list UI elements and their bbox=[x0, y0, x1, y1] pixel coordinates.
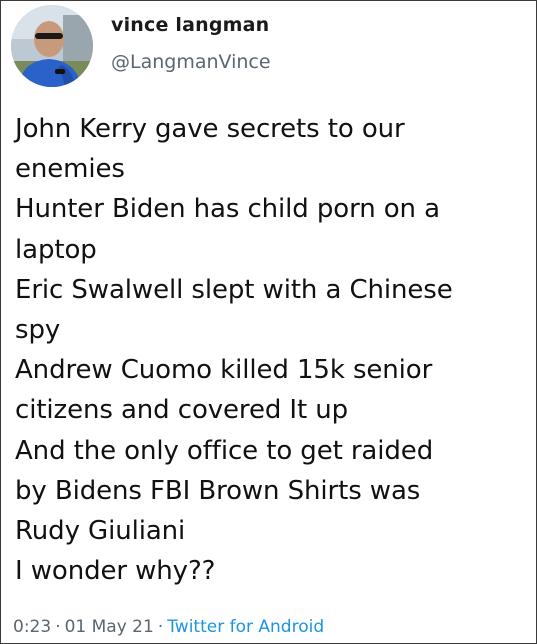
tweet-line: by Bidens FBI Brown Shirts was bbox=[15, 475, 421, 506]
tweet-date[interactable]: 01 May 21 bbox=[65, 617, 154, 637]
tweet-line: I wonder why?? bbox=[15, 556, 216, 587]
separator-dot: · bbox=[55, 617, 61, 637]
tweet-source-link[interactable]: Twitter for Android bbox=[167, 617, 324, 637]
tweet-line: Andrew Cuomo killed 15k senior bbox=[15, 355, 433, 386]
tweet-time[interactable]: 0:23 bbox=[13, 617, 51, 637]
display-name[interactable]: vince langman bbox=[111, 14, 269, 36]
tweet-line: And the only office to get raided bbox=[15, 435, 434, 466]
avatar[interactable] bbox=[11, 5, 93, 87]
tweet-line: laptop bbox=[15, 234, 97, 265]
tweet-text: John Kerry gave secrets to our enemies H… bbox=[15, 109, 530, 591]
tweet-card: vince langman @LangmanVince John Kerry g… bbox=[0, 0, 537, 644]
tweet-line: John Kerry gave secrets to our bbox=[15, 114, 405, 144]
profile-photo-icon bbox=[11, 5, 93, 87]
separator-dot: · bbox=[157, 617, 164, 637]
tweet-line: Eric Swalwell slept with a Chinese bbox=[15, 274, 453, 305]
tweet-line: spy bbox=[15, 315, 61, 346]
username-handle[interactable]: @LangmanVince bbox=[111, 51, 271, 73]
tweet-line: citizens and covered It up bbox=[15, 395, 349, 426]
tweet-line: enemies bbox=[15, 154, 125, 185]
tweet-metadata: 0:23 · 01 May 21 · Twitter for Android bbox=[13, 617, 324, 637]
tweet-line: Rudy Giuliani bbox=[15, 516, 186, 547]
tweet-line: Hunter Biden has child porn on a bbox=[15, 194, 440, 225]
